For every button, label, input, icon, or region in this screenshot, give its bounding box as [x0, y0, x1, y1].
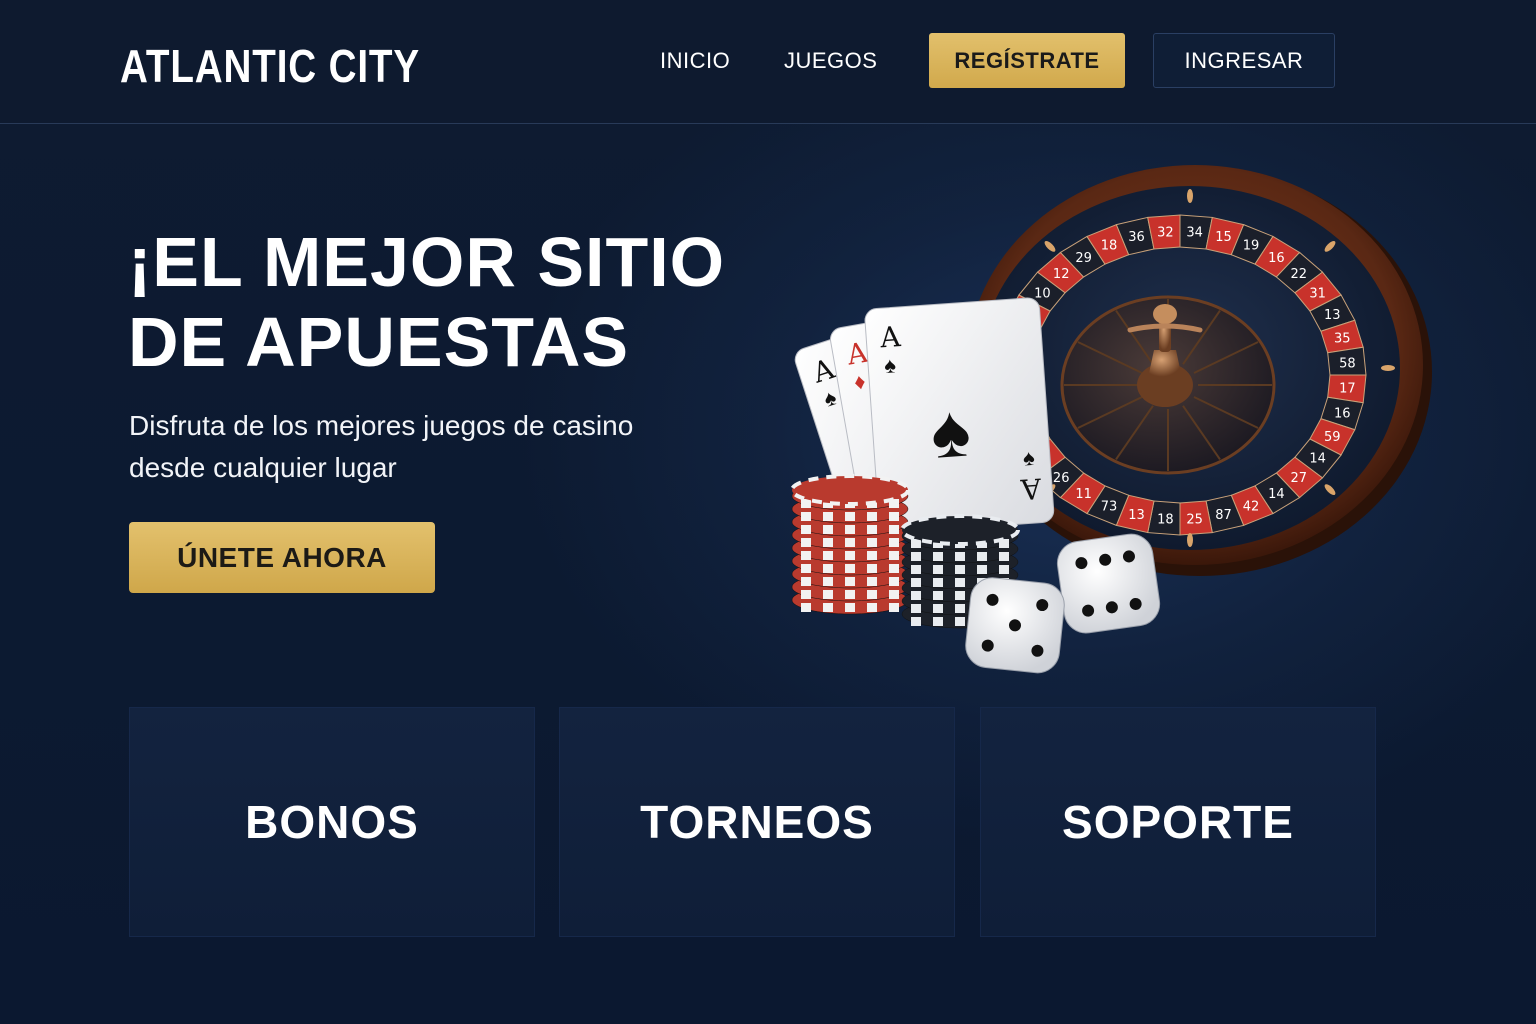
roulette-number: 26 [1053, 471, 1070, 486]
roulette-number: 17 [1339, 382, 1356, 397]
card-rank: A [878, 320, 902, 354]
roulette-number: 27 [1291, 471, 1308, 486]
soporte-card[interactable]: SOPORTE [980, 707, 1376, 937]
svg-text:♠: ♠ [883, 352, 897, 378]
roulette-number: 35 [1334, 332, 1351, 347]
roulette-number: 13 [1324, 308, 1341, 323]
roulette-number: 13 [1128, 508, 1145, 523]
roulette-number: 16 [1334, 406, 1351, 421]
casino-illustration: 1716591427144287251813731126436651692114… [790, 165, 1432, 674]
roulette-number: 15 [1215, 230, 1232, 245]
login-button[interactable]: INGRESAR [1153, 33, 1335, 88]
join-now-button[interactable]: ÚNETE AHORA [129, 522, 435, 593]
roulette-number: 10 [1034, 286, 1051, 301]
bonos-card-label: BONOS [245, 796, 419, 848]
roulette-number: 87 [1215, 508, 1232, 523]
roulette-number: 34 [1186, 226, 1203, 241]
hero-subtitle-line-1: Disfruta de los mejores juegos de casino [129, 410, 634, 441]
roulette-number: 18 [1157, 512, 1174, 527]
card-rank: A [1019, 471, 1043, 505]
roulette-number: 14 [1309, 452, 1326, 467]
hero-title: ¡EL MEJOR SITIO DE APUESTAS [128, 222, 768, 382]
roulette-number: 73 [1101, 500, 1118, 515]
hero-subtitle-line-2: desde cualquier lugar [129, 452, 397, 483]
soporte-card-label: SOPORTE [1062, 796, 1294, 848]
roulette-number: 19 [1243, 238, 1260, 253]
hero-title-line-2: DE APUESTAS [128, 303, 630, 381]
roulette-number: 12 [1053, 267, 1070, 282]
roulette-number: 32 [1157, 226, 1174, 241]
bonos-card[interactable]: BONOS [129, 707, 535, 937]
site-logo[interactable]: ATLANTIC CITY [120, 40, 420, 92]
roulette-number: 11 [1075, 487, 1092, 502]
roulette-number: 29 [1075, 251, 1092, 266]
roulette-number: 42 [1243, 500, 1260, 515]
roulette-number: 22 [1291, 267, 1308, 282]
roulette-number: 18 [1101, 238, 1118, 253]
torneos-card[interactable]: TORNEOS [559, 707, 955, 937]
site-header: ATLANTIC CITY INICIO JUEGOS REGÍSTRATE I… [0, 0, 1536, 124]
roulette-number: 36 [1128, 230, 1145, 245]
hero-title-line-1: ¡EL MEJOR SITIO [128, 223, 726, 301]
torneos-card-label: TORNEOS [640, 796, 874, 848]
hero-subtitle: Disfruta de los mejores juegos de casino… [129, 405, 729, 489]
roulette-number: 25 [1186, 512, 1203, 527]
spade-icon: ♠ [928, 388, 973, 474]
roulette-number: 59 [1324, 430, 1341, 445]
nav-juegos-link[interactable]: JUEGOS [784, 48, 877, 74]
roulette-number: 58 [1339, 356, 1356, 371]
svg-text:♠: ♠ [1022, 445, 1036, 471]
roulette-number: 31 [1309, 286, 1326, 301]
roulette-number: 14 [1268, 487, 1285, 502]
nav-inicio-link[interactable]: INICIO [660, 48, 730, 74]
register-button[interactable]: REGÍSTRATE [929, 33, 1125, 88]
roulette-number: 16 [1268, 251, 1285, 266]
